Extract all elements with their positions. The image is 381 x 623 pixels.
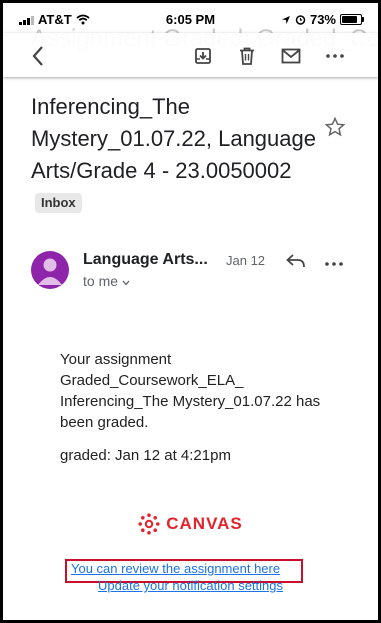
back-arrow-icon bbox=[32, 46, 43, 66]
mail-icon bbox=[281, 48, 301, 64]
message-more-button[interactable] bbox=[325, 253, 343, 271]
reply-button[interactable] bbox=[286, 253, 306, 274]
sender-avatar[interactable] bbox=[31, 251, 69, 289]
reply-icon bbox=[286, 254, 305, 268]
person-icon bbox=[38, 258, 62, 285]
back-button[interactable] bbox=[25, 43, 51, 69]
more-horizontal-icon bbox=[326, 54, 344, 58]
canvas-logo: CANVAS bbox=[3, 513, 378, 535]
email-toolbar bbox=[3, 33, 378, 77]
notification-settings-link[interactable]: Update your notification settings bbox=[3, 578, 378, 593]
more-options-button[interactable] bbox=[322, 43, 348, 69]
canvas-logo-icon bbox=[138, 513, 160, 535]
archive-icon bbox=[195, 48, 211, 64]
subject-text: Inferencing_The Mystery_01.07.22, Langua… bbox=[31, 94, 316, 183]
star-button[interactable] bbox=[324, 116, 346, 142]
more-horizontal-icon bbox=[325, 262, 343, 266]
review-assignment-link[interactable]: You can review the assignment here bbox=[71, 561, 280, 576]
recipient-toggle[interactable]: to me bbox=[83, 273, 130, 289]
email-date: Jan 12 bbox=[226, 253, 266, 268]
sender-name[interactable]: Language Arts... bbox=[83, 251, 208, 269]
star-icon bbox=[324, 116, 346, 137]
inbox-badge[interactable]: Inbox bbox=[35, 193, 82, 213]
email-body-message: Your assignment Graded_Coursework_ELA_ I… bbox=[60, 351, 321, 431]
email-subject: Inferencing_The Mystery_01.07.22, Langua… bbox=[31, 91, 321, 219]
chevron-down-icon bbox=[122, 280, 130, 286]
canvas-logo-text: CANVAS bbox=[166, 514, 243, 533]
archive-button[interactable] bbox=[190, 43, 216, 69]
trash-icon bbox=[240, 47, 254, 65]
phone-screen: AT&T 6:05 PM 73% Assignment Graded: Grad… bbox=[0, 0, 381, 623]
recipient-label: to me bbox=[83, 273, 119, 289]
graded-timestamp: graded: Jan 12 at 4:21pm bbox=[60, 447, 231, 464]
mark-unread-button[interactable] bbox=[278, 43, 304, 69]
delete-button[interactable] bbox=[234, 43, 260, 69]
